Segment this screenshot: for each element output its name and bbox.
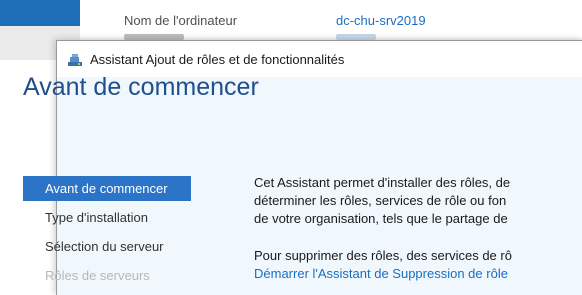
- nav-item-selection-serveur[interactable]: Sélection du serveur: [23, 234, 191, 259]
- wizard-title: Assistant Ajout de rôles et de fonctionn…: [90, 52, 345, 67]
- nav-item-avant-de-commencer[interactable]: Avant de commencer: [23, 176, 191, 201]
- intro-text-line-3: de votre organisation, tels que le parta…: [254, 211, 508, 226]
- computer-name-value[interactable]: dc-chu-srv2019: [336, 13, 426, 28]
- server-manager-nav-header: [0, 0, 80, 26]
- remove-roles-wizard-link[interactable]: Démarrer l'Assistant de Suppression de r…: [254, 266, 508, 281]
- page-title: Avant de commencer: [23, 73, 259, 101]
- server-wizard-icon: [68, 54, 82, 66]
- computer-name-label: Nom de l'ordinateur: [124, 13, 238, 28]
- remove-roles-text: Pour supprimer des rôles, des services d…: [254, 248, 512, 263]
- intro-text-line-1: Cet Assistant permet d'installer des rôl…: [254, 175, 511, 190]
- nav-item-type-installation[interactable]: Type d'installation: [23, 205, 191, 230]
- nav-item-roles-serveurs: Rôles de serveurs: [45, 268, 150, 283]
- wizard-title-bar[interactable]: Assistant Ajout de rôles et de fonctionn…: [57, 41, 582, 77]
- intro-text-line-2: déterminer les rôles, services de rôle o…: [254, 193, 507, 208]
